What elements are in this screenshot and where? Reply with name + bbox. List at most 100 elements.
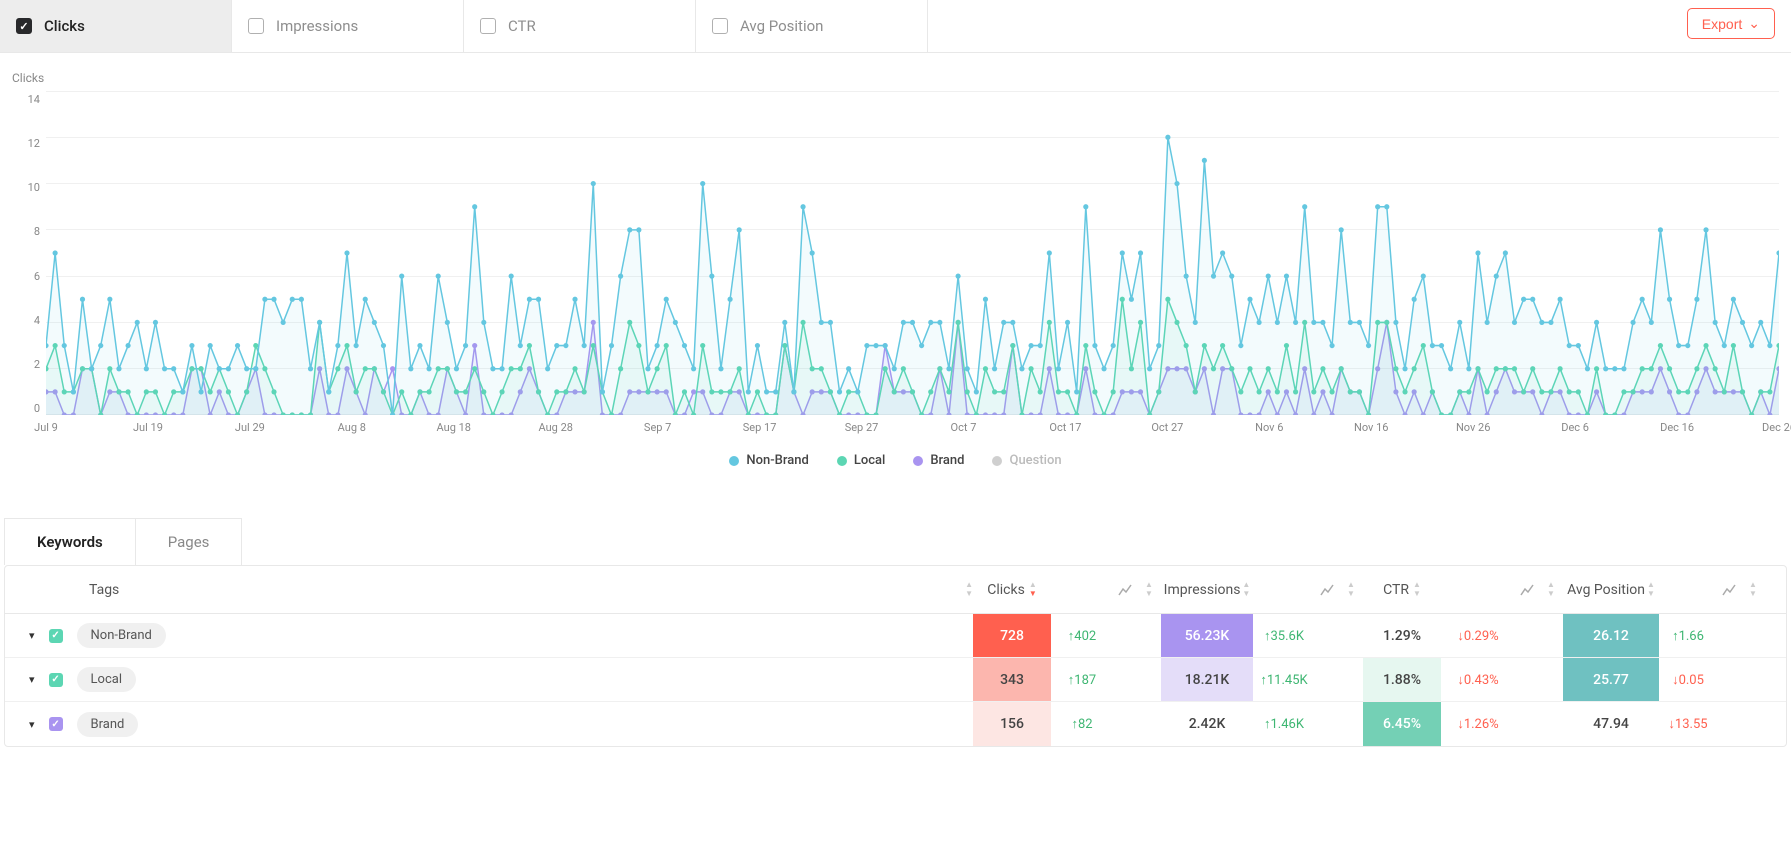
x-tick: Nov 6	[1255, 421, 1283, 434]
metric-value: 2.42K	[1161, 702, 1253, 746]
legend-label: Local	[854, 453, 886, 468]
sort-icon[interactable]: ▲▼	[1749, 581, 1757, 598]
chart-icon[interactable]	[1717, 584, 1741, 596]
delta-value: ↑35.6K	[1253, 614, 1315, 657]
delta-value: ↓0.43%	[1441, 658, 1515, 701]
legend-dot-icon	[992, 456, 1002, 466]
tab-label: Clicks	[44, 17, 85, 35]
tab-avg-position[interactable]: Avg Position	[696, 0, 928, 52]
x-tick: Jul 19	[133, 421, 163, 434]
tab-impressions[interactable]: Impressions	[232, 0, 464, 52]
table-header-row: Tags ▲▼ Clicks ▲▼ ▲▼ Impressions ▲▼ ▲▼ C…	[5, 566, 1786, 614]
tag-pill[interactable]: Non-Brand	[77, 623, 166, 648]
expand-icon[interactable]: ▾	[29, 629, 35, 642]
checkbox-icon[interactable]	[16, 18, 32, 34]
row-checkbox[interactable]	[49, 629, 63, 643]
delta-value: ↑11.45K	[1253, 658, 1315, 701]
x-tick: Jul 29	[235, 421, 265, 434]
expand-icon[interactable]: ▾	[29, 718, 35, 731]
y-tick: 14	[12, 93, 46, 106]
sort-icon[interactable]: ▲▼	[1647, 581, 1655, 598]
x-tick: Oct 17	[1049, 421, 1081, 434]
metric-value: 56.23K	[1161, 614, 1253, 657]
x-tick: Oct 27	[1151, 421, 1183, 434]
tab-clicks[interactable]: Clicks	[0, 0, 232, 52]
x-tick: Dec 16	[1660, 421, 1694, 434]
metric-value: 343	[973, 658, 1051, 701]
x-tick: Nov 26	[1456, 421, 1490, 434]
tab-keywords[interactable]: Keywords	[5, 519, 136, 565]
x-tick: Sep 17	[743, 421, 777, 434]
row-checkbox[interactable]	[49, 717, 63, 731]
y-tick: 6	[12, 270, 46, 283]
x-tick: Sep 7	[644, 421, 671, 434]
x-tick: Aug 28	[538, 421, 572, 434]
chart-icon[interactable]	[1113, 584, 1137, 596]
x-tick: Nov 16	[1354, 421, 1388, 434]
column-header-avg-position[interactable]: Avg Position ▲▼	[1563, 581, 1659, 598]
y-tick: 8	[12, 225, 46, 238]
delta-value: ↑1.46K	[1253, 702, 1315, 746]
x-tick: Aug 8	[338, 421, 366, 434]
metric-value: 1.29%	[1363, 614, 1441, 657]
tab-ctr[interactable]: CTR	[464, 0, 696, 52]
checkbox-icon[interactable]	[480, 18, 496, 34]
export-label: Export	[1702, 16, 1742, 32]
tab-label: Impressions	[276, 17, 358, 35]
x-tick: Dec 26	[1762, 421, 1791, 434]
checkbox-icon[interactable]	[712, 18, 728, 34]
table-row: ▾ Local 343↑18718.21K↑11.45K1.88%↓0.43%2…	[5, 658, 1786, 702]
tab-label: CTR	[508, 17, 536, 35]
y-tick: 4	[12, 314, 46, 327]
tag-pill[interactable]: Local	[77, 667, 136, 692]
row-checkbox[interactable]	[49, 673, 63, 687]
metric-value: 25.77	[1563, 658, 1659, 701]
tag-pill[interactable]: Brand	[77, 712, 139, 737]
y-tick: 10	[12, 181, 46, 194]
column-header-clicks[interactable]: Clicks ▲▼	[973, 581, 1051, 598]
legend-item[interactable]: Brand	[913, 453, 964, 468]
sort-icon[interactable]: ▲▼	[1347, 581, 1355, 598]
metric-value: 47.94	[1563, 702, 1659, 746]
chart-area: 14121086420 Jul 9Jul 19Jul 29Aug 8Aug 18…	[12, 91, 1779, 441]
chart-icon[interactable]	[1315, 584, 1339, 596]
sort-icon[interactable]: ▲▼	[1547, 581, 1555, 598]
delta-value: ↓13.55	[1659, 702, 1717, 746]
legend-dot-icon	[913, 456, 923, 466]
column-header-ctr[interactable]: CTR ▲▼	[1363, 581, 1441, 598]
metric-value: 728	[973, 614, 1051, 657]
expand-icon[interactable]: ▾	[29, 673, 35, 686]
sort-icon[interactable]: ▲▼	[1029, 581, 1037, 598]
sort-icon[interactable]: ▲▼	[1242, 581, 1250, 598]
chart-icon[interactable]	[1515, 584, 1539, 596]
delta-value: ↓1.26%	[1441, 702, 1515, 746]
tab-pages[interactable]: Pages	[136, 519, 242, 565]
export-button[interactable]: Export ⌄	[1687, 8, 1775, 39]
legend-dot-icon	[837, 456, 847, 466]
metric-value: 1.88%	[1363, 658, 1441, 701]
delta-value: ↓0.05	[1659, 658, 1717, 701]
y-tick: 2	[12, 358, 46, 371]
chart-y-axis-title: Clicks	[12, 71, 1779, 85]
column-header-impressions[interactable]: Impressions ▲▼	[1161, 581, 1253, 598]
sort-icon[interactable]: ▲▼	[965, 581, 973, 598]
table-row: ▾ Brand 156↑822.42K↑1.46K6.45%↓1.26%47.9…	[5, 702, 1786, 746]
metric-value: 26.12	[1563, 614, 1659, 657]
metric-value: 156	[973, 702, 1051, 746]
table-row: ▾ Non-Brand 728↑40256.23K↑35.6K1.29%↓0.2…	[5, 614, 1786, 658]
checkbox-icon[interactable]	[248, 18, 264, 34]
x-axis: Jul 9Jul 19Jul 29Aug 8Aug 18Aug 28Sep 7S…	[46, 421, 1779, 441]
legend-item[interactable]: Non-Brand	[729, 453, 808, 468]
legend-item[interactable]: Question	[992, 453, 1061, 468]
legend-item[interactable]: Local	[837, 453, 886, 468]
x-tick: Sep 27	[845, 421, 879, 434]
sort-icon[interactable]: ▲▼	[1145, 581, 1153, 598]
sort-icon[interactable]: ▲▼	[1413, 581, 1421, 598]
delta-value: ↑1.66	[1659, 614, 1717, 657]
legend-label: Question	[1009, 453, 1061, 468]
y-tick: 0	[12, 402, 46, 415]
x-tick: Aug 18	[437, 421, 471, 434]
metric-value: 18.21K	[1161, 658, 1253, 701]
column-header-tags[interactable]: Tags ▲▼	[5, 581, 973, 598]
chevron-down-icon: ⌄	[1748, 15, 1760, 32]
